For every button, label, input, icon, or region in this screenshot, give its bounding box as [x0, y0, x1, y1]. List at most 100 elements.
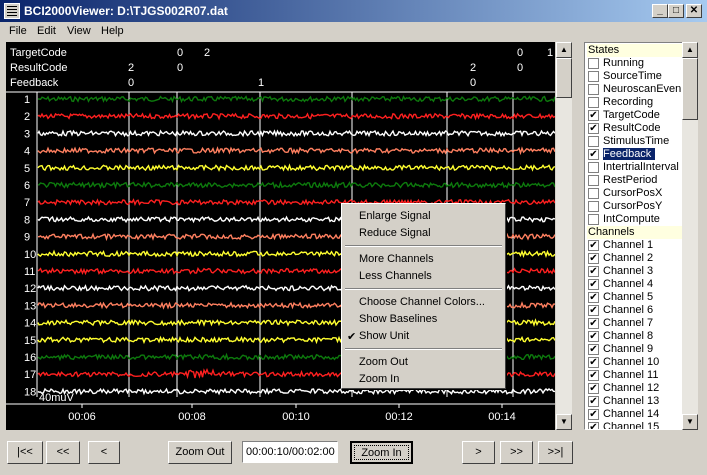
- checkbox[interactable]: [588, 214, 599, 225]
- checkbox[interactable]: ✔: [588, 370, 599, 381]
- list-scrollbar[interactable]: ▲ ▼: [682, 42, 698, 430]
- list-item-label: SourceTime: [603, 70, 662, 82]
- state-item[interactable]: Running: [587, 57, 682, 70]
- state-item[interactable]: RestPeriod: [587, 174, 682, 187]
- state-item[interactable]: ✔ TargetCode: [587, 109, 682, 122]
- state-item[interactable]: StimulusTime: [587, 135, 682, 148]
- menu-file[interactable]: File: [9, 25, 27, 37]
- checkbox[interactable]: ✔: [588, 331, 599, 342]
- minimize-button[interactable]: _: [652, 4, 668, 18]
- page-forward-button[interactable]: >>: [500, 441, 533, 464]
- list-item-label: Channel 2: [603, 252, 654, 264]
- zoom-out-item[interactable]: Zoom Out: [359, 356, 408, 368]
- checkbox[interactable]: [588, 71, 599, 82]
- state-item[interactable]: ✔ ResultCode: [587, 122, 682, 135]
- checkbox[interactable]: [588, 136, 599, 147]
- scroll-up-icon[interactable]: ▲: [682, 42, 698, 58]
- checkbox[interactable]: [588, 201, 599, 212]
- scroll-down-icon[interactable]: ▼: [556, 414, 572, 430]
- reduce-signal-item[interactable]: Reduce Signal: [359, 227, 431, 239]
- checkbox[interactable]: ✔: [588, 383, 599, 394]
- channel-item[interactable]: ✔ Channel 4: [587, 278, 682, 291]
- back-button[interactable]: <: [88, 441, 120, 464]
- show-baselines-item[interactable]: Show Baselines: [359, 313, 437, 325]
- channel-item[interactable]: ✔ Channel 12: [587, 382, 682, 395]
- checkbox[interactable]: ✔: [588, 149, 599, 160]
- checkbox[interactable]: [588, 188, 599, 199]
- checkbox[interactable]: ✔: [588, 110, 599, 121]
- zoom-in-button[interactable]: Zoom In: [350, 441, 413, 464]
- checkbox[interactable]: ✔: [588, 396, 599, 407]
- checkbox[interactable]: [588, 84, 599, 95]
- scroll-down-icon[interactable]: ▼: [682, 414, 698, 430]
- state-channel-list[interactable]: States Running SourceTime NeuroscanEven Reco…: [584, 42, 683, 430]
- scroll-up-icon[interactable]: ▲: [556, 42, 572, 58]
- state-item[interactable]: Recording: [587, 96, 682, 109]
- state-value-label: 0: [128, 77, 134, 89]
- channels-header[interactable]: Channels: [587, 226, 682, 239]
- channel-item[interactable]: ✔ Channel 3: [587, 265, 682, 278]
- time-position-field[interactable]: 00:00:10/00:02:00: [242, 441, 338, 463]
- checkbox[interactable]: [588, 162, 599, 173]
- checkbox[interactable]: ✔: [588, 266, 599, 277]
- state-item[interactable]: SourceTime: [587, 70, 682, 83]
- zoom-out-button[interactable]: Zoom Out: [168, 441, 232, 464]
- more-channels-item[interactable]: More Channels: [359, 253, 434, 265]
- page-back-button[interactable]: <<: [46, 441, 80, 464]
- channel-scrollbar[interactable]: ▲ ▼: [556, 42, 572, 430]
- checkbox[interactable]: ✔: [588, 318, 599, 329]
- channel-item[interactable]: ✔ Channel 10: [587, 356, 682, 369]
- channel-item[interactable]: ✔ Channel 7: [587, 317, 682, 330]
- state-item[interactable]: ✔ Feedback: [587, 148, 682, 161]
- show-unit-item[interactable]: Show Unit: [359, 330, 409, 342]
- zoom-in-item[interactable]: Zoom In: [359, 373, 399, 385]
- maximize-button[interactable]: □: [668, 4, 684, 18]
- channel-item[interactable]: ✔ Channel 6: [587, 304, 682, 317]
- channel-item[interactable]: ✔ Channel 14: [587, 408, 682, 421]
- first-button[interactable]: |<<: [7, 441, 43, 464]
- channel-item[interactable]: ✔ Channel 11: [587, 369, 682, 382]
- checkbox[interactable]: [588, 58, 599, 69]
- state-value-label: 0: [177, 47, 183, 59]
- less-channels-item[interactable]: Less Channels: [359, 270, 432, 282]
- channel-item[interactable]: ✔ Channel 2: [587, 252, 682, 265]
- state-item[interactable]: IntertrialInterval: [587, 161, 682, 174]
- state-item[interactable]: CursorPosX: [587, 187, 682, 200]
- last-button[interactable]: >>|: [538, 441, 573, 464]
- channel-item[interactable]: ✔ Channel 1: [587, 239, 682, 252]
- checkbox[interactable]: ✔: [588, 240, 599, 251]
- channel-item[interactable]: ✔ Channel 15: [587, 421, 682, 430]
- menu-help[interactable]: Help: [101, 25, 124, 37]
- state-value-label: 0: [517, 62, 523, 74]
- app-icon[interactable]: [4, 3, 20, 19]
- forward-button[interactable]: >: [462, 441, 495, 464]
- checkbox[interactable]: ✔: [588, 344, 599, 355]
- state-item[interactable]: IntCompute: [587, 213, 682, 226]
- checkbox[interactable]: [588, 97, 599, 108]
- checkbox[interactable]: ✔: [588, 123, 599, 134]
- scroll-thumb[interactable]: [556, 58, 572, 98]
- scroll-thumb[interactable]: [682, 58, 698, 120]
- list-item-label: Channel 6: [603, 304, 654, 316]
- checkbox[interactable]: ✔: [588, 279, 599, 290]
- checkbox[interactable]: [588, 175, 599, 186]
- state-item[interactable]: CursorPosY: [587, 200, 682, 213]
- channel-item[interactable]: ✔ Channel 8: [587, 330, 682, 343]
- checkbox[interactable]: ✔: [588, 422, 599, 429]
- close-button[interactable]: ✕: [686, 4, 702, 18]
- checkbox[interactable]: ✔: [588, 253, 599, 264]
- channel-item[interactable]: ✔ Channel 13: [587, 395, 682, 408]
- choose-colors-item[interactable]: Choose Channel Colors...: [359, 296, 485, 308]
- checkbox[interactable]: ✔: [588, 357, 599, 368]
- checkbox[interactable]: ✔: [588, 409, 599, 420]
- channel-item[interactable]: ✔ Channel 5: [587, 291, 682, 304]
- checkbox[interactable]: ✔: [588, 292, 599, 303]
- checkbox[interactable]: ✔: [588, 305, 599, 316]
- channel-item[interactable]: ✔ Channel 9: [587, 343, 682, 356]
- state-item[interactable]: NeuroscanEven: [587, 83, 682, 96]
- menu-edit[interactable]: Edit: [37, 25, 56, 37]
- states-header[interactable]: States: [587, 44, 682, 57]
- enlarge-signal-item[interactable]: Enlarge Signal: [359, 210, 431, 222]
- menu-view[interactable]: View: [67, 25, 91, 37]
- list-item-label: Channel 15: [603, 421, 660, 430]
